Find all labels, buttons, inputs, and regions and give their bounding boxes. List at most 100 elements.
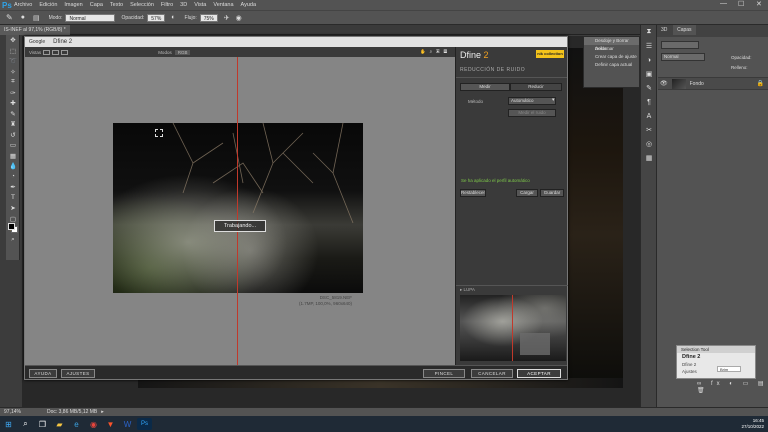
flow-field[interactable]: 75% bbox=[199, 13, 218, 22]
history-item[interactable]: Deformar bbox=[584, 45, 639, 53]
side-by-side-button[interactable] bbox=[61, 49, 69, 55]
blend-mode-select[interactable]: Normal bbox=[661, 53, 705, 61]
crop-tool-icon[interactable]: ⌗ bbox=[6, 77, 20, 88]
menu-imagen[interactable]: Imagen bbox=[64, 2, 82, 8]
method-select[interactable]: Automático bbox=[508, 97, 556, 105]
menu-archivo[interactable]: Archivo bbox=[14, 2, 32, 8]
menu-ayuda[interactable]: Ayuda bbox=[241, 2, 257, 8]
history-brush-tool-icon[interactable]: ↺ bbox=[6, 130, 20, 141]
zoom-readout[interactable]: 97,14% bbox=[4, 409, 21, 415]
chevron-down-icon[interactable]: ▾ bbox=[552, 97, 555, 103]
loupe-header[interactable]: ▸ LUPA bbox=[456, 285, 568, 293]
character-icon[interactable]: A bbox=[641, 109, 657, 123]
healing-tool-icon[interactable]: ✚ bbox=[6, 98, 20, 109]
layers-footer-icons[interactable]: ∞ fx ◐ ▭ ▤ 🗑 bbox=[697, 380, 768, 394]
marquee-tool-icon[interactable]: ⬚ bbox=[6, 46, 20, 57]
windows-start-icon[interactable]: ⊞ bbox=[1, 418, 16, 430]
menu-vista[interactable]: Vista bbox=[194, 2, 206, 8]
visibility-eye-icon[interactable]: 👁 bbox=[660, 80, 668, 87]
move-tool-icon[interactable]: ✥ bbox=[6, 35, 20, 46]
eraser-tool-icon[interactable]: ▭ bbox=[6, 140, 20, 151]
brush-tool-icon[interactable]: ✎ bbox=[6, 13, 13, 22]
word-icon[interactable]: W bbox=[120, 418, 135, 430]
brush-tool-icon[interactable]: ✎ bbox=[6, 109, 20, 120]
mode-select[interactable]: RGB bbox=[174, 49, 191, 55]
document-tab[interactable]: IS-INEF al 97,1% (RGB/8) * bbox=[0, 25, 70, 35]
save-button[interactable]: Guardar bbox=[540, 189, 564, 197]
file-explorer-icon[interactable]: ▰ bbox=[52, 418, 67, 430]
reset-button[interactable]: Restablecer bbox=[460, 189, 486, 197]
swatches-icon[interactable]: ▦ bbox=[641, 151, 657, 165]
task-view-icon[interactable]: ❐ bbox=[35, 418, 50, 430]
menu-edicion[interactable]: Edición bbox=[39, 2, 57, 8]
help-button[interactable]: AYUDA bbox=[29, 369, 57, 378]
measure-tab-button[interactable]: Medir bbox=[460, 83, 510, 91]
dodge-tool-icon[interactable]: ◔ bbox=[6, 172, 20, 183]
blur-tool-icon[interactable]: 💧 bbox=[6, 161, 20, 172]
menu-ventana[interactable]: Ventana bbox=[213, 2, 233, 8]
menu-filtro[interactable]: Filtro bbox=[161, 2, 173, 8]
styles-icon[interactable]: ◎ bbox=[641, 137, 657, 151]
maximize-button[interactable]: ☐ bbox=[738, 0, 744, 8]
photoshop-taskbar-icon[interactable]: Ps bbox=[137, 418, 152, 430]
menu-3d[interactable]: 3D bbox=[180, 2, 187, 8]
menu-texto[interactable]: Texto bbox=[110, 2, 123, 8]
zoom-controls[interactable]: ✋⌕▣▦ bbox=[420, 49, 451, 55]
path-select-tool-icon[interactable]: ➤ bbox=[6, 203, 20, 214]
chrome-icon[interactable]: ◉ bbox=[86, 418, 101, 430]
menu-seleccion[interactable]: Selección bbox=[130, 2, 154, 8]
measure-noise-button[interactable]: Medir el ruido bbox=[508, 109, 556, 117]
history-item[interactable]: Desdoje y Borrar Ácido... bbox=[584, 37, 639, 51]
history-item[interactable]: Crear capa de ajuste bbox=[584, 53, 639, 61]
loupe-preview[interactable] bbox=[460, 295, 566, 361]
split-view-button[interactable] bbox=[52, 49, 60, 55]
minimize-button[interactable]: — bbox=[720, 0, 727, 7]
menu-capa[interactable]: Capa bbox=[90, 2, 103, 8]
reduce-tab-button[interactable]: Reducir bbox=[510, 83, 562, 91]
accept-button[interactable]: ACEPTAR bbox=[517, 369, 561, 378]
brush-panel-icon[interactable]: ▤ bbox=[33, 14, 40, 22]
history-icon[interactable]: ⧗ bbox=[641, 25, 657, 39]
eyedropper-tool-icon[interactable]: ✑ bbox=[6, 88, 20, 99]
pen-tool-icon[interactable]: ✒ bbox=[6, 182, 20, 193]
brave-icon[interactable]: ▼ bbox=[103, 418, 118, 430]
properties-value[interactable]: Brim bbox=[717, 366, 741, 372]
pressure-opacity-icon[interactable]: ◐ bbox=[171, 14, 175, 21]
pressure-size-icon[interactable]: ◉ bbox=[236, 14, 242, 22]
brush-button[interactable]: PINCEL bbox=[423, 369, 465, 378]
cancel-button[interactable]: CANCELAR bbox=[471, 369, 513, 378]
mode-select[interactable]: Normal bbox=[65, 13, 116, 22]
properties-icon[interactable]: ☰ bbox=[641, 39, 657, 53]
foreground-color-swatch[interactable] bbox=[8, 223, 15, 230]
single-view-button[interactable] bbox=[43, 49, 51, 55]
brush-preset-icon[interactable]: ● bbox=[21, 14, 25, 21]
layer-filter-select[interactable] bbox=[661, 41, 699, 49]
tab-3d[interactable]: 3D bbox=[657, 25, 671, 35]
load-button[interactable]: Cargar bbox=[516, 189, 538, 197]
layer-row[interactable]: 👁 Fondo 🔒 bbox=[658, 77, 768, 90]
stamp-tool-icon[interactable]: ♜ bbox=[6, 119, 20, 130]
preview-area[interactable]: Trabajando... DSC_5819.NEF (1.7MP, 100,0… bbox=[25, 57, 455, 365]
adjustments-icon[interactable]: ◑ bbox=[641, 53, 657, 67]
settings-button[interactable]: AJUSTES bbox=[61, 369, 95, 378]
edge-icon[interactable]: e bbox=[69, 418, 84, 430]
properties-row-2[interactable]: Ajustes bbox=[677, 368, 755, 375]
zoom-tool-icon[interactable]: ⌕ bbox=[6, 235, 20, 246]
type-tool-icon[interactable]: T bbox=[6, 193, 20, 204]
lasso-tool-icon[interactable]: ➰ bbox=[6, 56, 20, 67]
paragraph-icon[interactable]: ¶ bbox=[641, 95, 657, 109]
system-tray[interactable]: 16:45 27/10/2022 bbox=[741, 418, 764, 430]
color-icon[interactable]: ▣ bbox=[641, 67, 657, 81]
tab-capas[interactable]: Capas bbox=[673, 25, 696, 35]
opacity-field[interactable]: 57% bbox=[147, 13, 166, 22]
search-icon[interactable]: ⌕ bbox=[18, 418, 33, 430]
airbrush-icon[interactable]: ✈ bbox=[224, 14, 230, 22]
tools-preset-icon[interactable]: ✂ bbox=[641, 123, 657, 137]
split-divider-line[interactable] bbox=[237, 57, 238, 365]
quick-select-tool-icon[interactable]: ✧ bbox=[6, 67, 20, 78]
history-item[interactable]: Definir capa actual bbox=[584, 61, 639, 69]
close-button[interactable]: ✕ bbox=[756, 0, 762, 8]
brush-icon[interactable]: ✎ bbox=[641, 81, 657, 95]
gradient-tool-icon[interactable]: ▦ bbox=[6, 151, 20, 162]
properties-row-1[interactable]: Dfine 2 bbox=[677, 361, 755, 368]
